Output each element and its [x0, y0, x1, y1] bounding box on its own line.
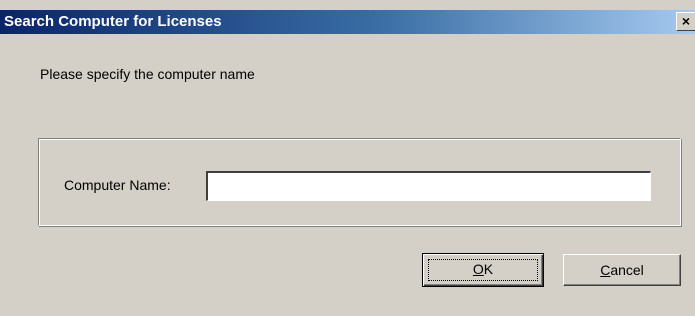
cancel-mnemonic: C — [600, 262, 611, 278]
cancel-label-rest: ancel — [610, 262, 644, 278]
ok-button[interactable]: OK — [422, 253, 544, 287]
window-title: Search Computer for Licenses — [4, 13, 222, 30]
close-button[interactable]: × — [676, 12, 695, 31]
instruction-text: Please specify the computer name — [40, 66, 255, 82]
ok-mnemonic: O — [472, 261, 484, 277]
ok-label-rest: K — [483, 261, 494, 277]
ok-button-label: OK — [473, 254, 493, 284]
computer-name-label: Computer Name: — [64, 177, 171, 193]
title-bar[interactable]: Search Computer for Licenses × — [0, 10, 695, 34]
dialog-window: Search Computer for Licenses × Please sp… — [0, 0, 695, 316]
close-icon: × — [681, 13, 691, 29]
cancel-button[interactable]: Cancel — [563, 254, 681, 286]
cancel-button-label: Cancel — [600, 255, 644, 285]
computer-name-input[interactable] — [206, 171, 651, 201]
